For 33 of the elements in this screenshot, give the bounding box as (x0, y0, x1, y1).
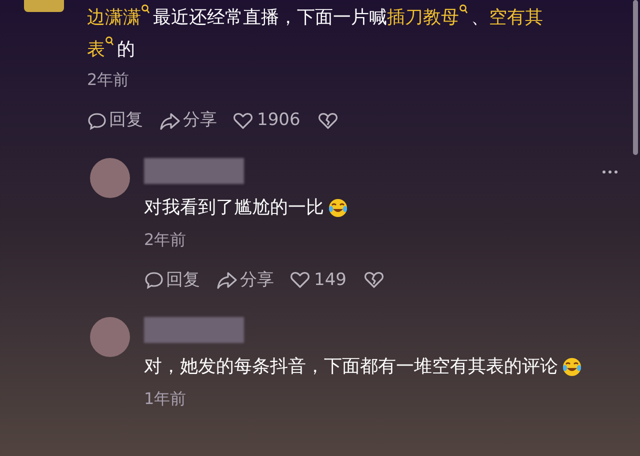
share-button[interactable]: 分享 (216, 268, 274, 293)
laughing-emoji-icon (562, 357, 582, 378)
avatar-placeholder[interactable] (90, 158, 130, 198)
dislike-button[interactable] (318, 112, 338, 130)
speech-bubble-icon (87, 110, 107, 131)
broken-heart-icon (318, 112, 338, 130)
scrollbar-thumb[interactable] (633, 0, 638, 155)
heart-icon (233, 112, 253, 130)
speech-bubble-icon (144, 270, 164, 290)
search-icon (459, 4, 468, 14)
timestamp: 1年前 (144, 388, 188, 410)
like-button[interactable]: 1906 (233, 108, 300, 134)
timestamp: 2年前 (144, 228, 188, 250)
broken-heart-icon (364, 271, 384, 290)
search-icon (105, 36, 114, 46)
reply-button[interactable]: 回复 (87, 108, 143, 134)
like-button[interactable]: 149 (290, 268, 346, 293)
search-icon (141, 4, 150, 14)
avatar-placeholder[interactable] (90, 317, 130, 357)
more-options-button[interactable] (600, 170, 620, 174)
timestamp: 2年前 (87, 69, 130, 91)
share-button[interactable]: 分享 (159, 108, 217, 134)
more-icon (602, 170, 618, 174)
share-arrow-icon (216, 270, 238, 290)
comment-text: 对我看到了尴尬的一比 (144, 192, 384, 224)
blurred-username[interactable] (144, 158, 244, 184)
share-arrow-icon (159, 110, 181, 131)
comment-text: 边潇潇 最近还经常直播，下面一片喊插刀教母 、空有其表 的 (87, 2, 557, 66)
comment-text: 对，她发的每条抖音，下面都有一堆空有其表的评论 (144, 351, 582, 383)
laughing-emoji-icon (328, 198, 348, 218)
heart-icon (290, 271, 310, 290)
reply-button[interactable]: 回复 (144, 268, 200, 293)
dislike-button[interactable] (364, 271, 384, 290)
